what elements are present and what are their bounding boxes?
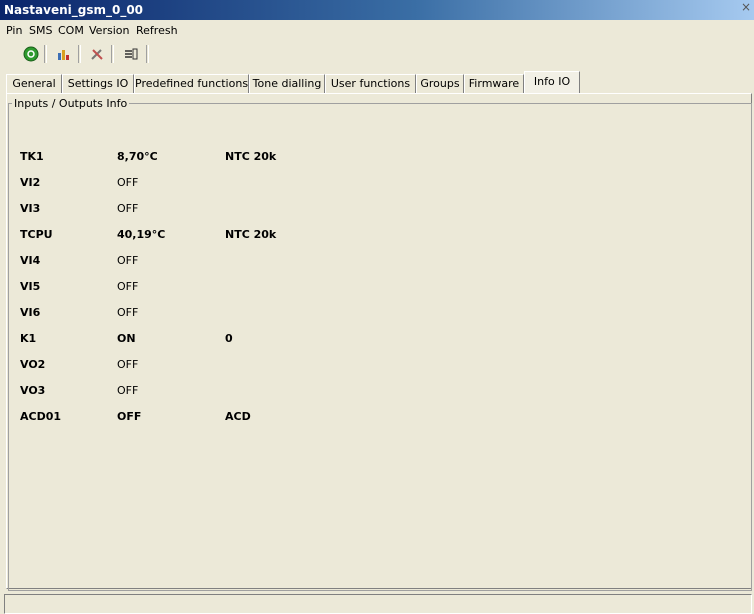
toolbar-separator <box>44 45 47 63</box>
io-value: OFF <box>117 358 139 371</box>
io-extra: NTC 20k <box>225 150 277 163</box>
tab-info-io[interactable]: Info IO <box>524 71 580 94</box>
io-name: VO2 <box>20 358 46 371</box>
toolbar-separator <box>146 45 149 63</box>
tab-predefined-functions[interactable]: Predefined functions <box>134 74 249 93</box>
io-name: K1 <box>20 332 37 345</box>
io-value: OFF <box>117 410 142 423</box>
io-value: OFF <box>117 254 139 267</box>
menu-refresh[interactable]: Refresh <box>136 24 178 37</box>
io-value: OFF <box>117 384 139 397</box>
io-value: 8,70°C <box>117 150 158 163</box>
window-title: Nastaveni_gsm_0_00 <box>4 3 144 17</box>
io-name: VI2 <box>20 176 41 189</box>
io-name: TK1 <box>20 150 44 163</box>
title-bar: Nastaveni_gsm_0_00 × <box>0 0 754 20</box>
menu-com[interactable]: COM <box>58 24 84 37</box>
list-icon[interactable] <box>120 44 142 64</box>
io-extra: ACD <box>225 410 251 423</box>
tab-settings-io[interactable]: Settings IO <box>62 74 134 93</box>
io-name: VI4 <box>20 254 41 267</box>
io-name: TCPU <box>20 228 53 241</box>
chart-icon[interactable] <box>53 44 75 64</box>
io-name: VI5 <box>20 280 41 293</box>
io-value: ON <box>117 332 136 345</box>
tab-tone-dialling[interactable]: Tone dialling <box>249 74 325 93</box>
toolbar-separator <box>78 45 81 63</box>
status-bar <box>4 594 752 614</box>
io-value: 40,19°C <box>117 228 166 241</box>
io-extra: 0 <box>225 332 233 345</box>
menu-pin[interactable]: Pin <box>6 24 22 37</box>
io-name: VI6 <box>20 306 41 319</box>
close-icon[interactable]: × <box>741 0 751 14</box>
toolbar-separator <box>111 45 114 63</box>
groupbox-label: Inputs / Outputs Info <box>12 97 130 110</box>
menu-sms[interactable]: SMS <box>29 24 52 37</box>
menu-version[interactable]: Version <box>89 24 129 37</box>
io-value: OFF <box>117 306 139 319</box>
io-extra: NTC 20k <box>225 228 277 241</box>
tab-user-functions[interactable]: User functions <box>325 74 416 93</box>
menu-bar: Pin SMS COM Version Refresh <box>0 21 754 41</box>
tools-icon[interactable] <box>86 44 108 64</box>
io-value: OFF <box>117 202 139 215</box>
io-name: ACD01 <box>20 410 62 423</box>
io-value: OFF <box>117 176 139 189</box>
tab-general[interactable]: General <box>6 74 62 93</box>
toolbar <box>0 41 754 69</box>
io-name: VI3 <box>20 202 41 215</box>
tab-firmware[interactable]: Firmware <box>464 74 524 93</box>
connect-icon[interactable] <box>20 44 42 64</box>
io-value: OFF <box>117 280 139 293</box>
tab-strip: General Settings IO Predefined functions… <box>0 71 754 95</box>
tab-groups[interactable]: Groups <box>416 74 464 93</box>
io-name: VO3 <box>20 384 46 397</box>
